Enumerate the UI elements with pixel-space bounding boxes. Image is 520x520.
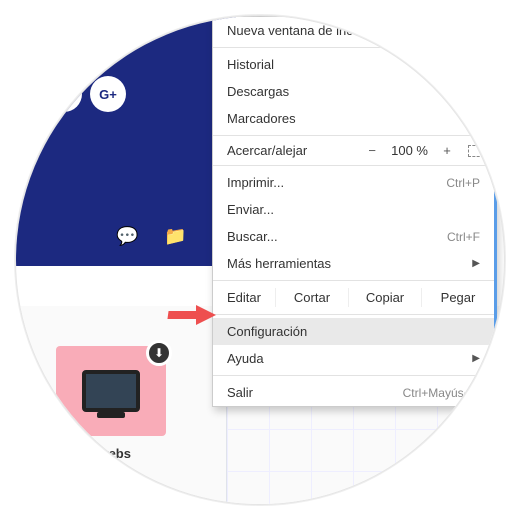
menu-print[interactable]: Imprimir...Ctrl+P: [213, 169, 494, 196]
menu-separator: [213, 375, 494, 376]
monitor-icon: [82, 370, 140, 412]
menu-more-tools-label: Más herramientas: [227, 256, 472, 271]
menu-more-tools[interactable]: Más herramientas▶: [213, 250, 494, 277]
annotation-arrow-icon: [166, 301, 216, 331]
chrome-context-menu: Nueva ventana de incog Historial▶ Descar…: [212, 16, 497, 407]
menu-print-label: Imprimir...: [227, 175, 446, 190]
copy-button[interactable]: Copiar: [348, 288, 421, 307]
menu-history-label: Historial: [227, 57, 472, 72]
twitter-icon[interactable]: t: [46, 76, 82, 112]
menu-find-label: Buscar...: [227, 229, 447, 244]
menu-settings-label: Configuración: [227, 324, 480, 339]
zoom-out-button[interactable]: −: [363, 143, 381, 158]
menu-send[interactable]: Enviar...: [213, 196, 494, 223]
menu-incognito-label: Nueva ventana de incog: [227, 23, 480, 38]
twitter-label: t: [62, 87, 66, 102]
menu-settings[interactable]: Configuración: [213, 318, 494, 345]
menu-find[interactable]: Buscar...Ctrl+F: [213, 223, 494, 250]
chevron-right-icon: ▶: [472, 113, 480, 124]
menu-find-shortcut: Ctrl+F: [447, 230, 480, 244]
menu-help-label: Ayuda: [227, 351, 472, 366]
chat-icon[interactable]: 💬: [116, 226, 138, 247]
menu-exit-label: Salir: [227, 385, 403, 400]
menu-downloads-label: Descargas: [227, 84, 480, 99]
menu-separator: [213, 135, 494, 136]
paste-button[interactable]: Pegar: [421, 288, 494, 307]
menu-bookmarks-label: Marcadores: [227, 111, 472, 126]
zoom-in-button[interactable]: +: [438, 143, 456, 158]
menu-bookmarks[interactable]: Marcadores▶: [213, 105, 494, 132]
zoom-label: Acercar/alejar: [223, 143, 357, 158]
gplus-label: G+: [99, 87, 117, 102]
article-caption: r en webs: [71, 446, 131, 461]
menu-zoom: Acercar/alejar − 100 % +: [213, 139, 494, 162]
gplus-icon[interactable]: G+: [90, 76, 126, 112]
cut-button[interactable]: Cortar: [275, 288, 348, 307]
menu-separator: [213, 165, 494, 166]
menu-exit-shortcut: Ctrl+Mayús+Q: [403, 386, 480, 400]
menu-separator: [213, 280, 494, 281]
menu-edit-label: Editar: [213, 288, 275, 307]
menu-incognito[interactable]: Nueva ventana de incog: [213, 17, 494, 44]
menu-exit[interactable]: SalirCtrl+Mayús+Q: [213, 379, 494, 406]
menu-separator: [213, 47, 494, 48]
article-card[interactable]: ⬇: [56, 346, 166, 436]
menu-separator: [213, 314, 494, 315]
menu-downloads[interactable]: Descargas: [213, 78, 494, 105]
zoom-value: 100 %: [387, 143, 432, 158]
social-row: t G+: [46, 76, 126, 112]
menu-help[interactable]: Ayuda▶: [213, 345, 494, 372]
chevron-right-icon: ▶: [472, 353, 480, 364]
fullscreen-icon[interactable]: [468, 145, 484, 157]
menu-print-shortcut: Ctrl+P: [446, 176, 480, 190]
folder-icon[interactable]: 📁: [164, 226, 186, 247]
menu-edit-row: Editar Cortar Copiar Pegar: [213, 284, 494, 311]
menu-send-label: Enviar...: [227, 202, 480, 217]
chevron-right-icon: ▶: [472, 59, 480, 70]
menu-history[interactable]: Historial▶: [213, 51, 494, 78]
chevron-right-icon: ▶: [472, 258, 480, 269]
download-badge-icon: ⬇: [146, 340, 172, 366]
